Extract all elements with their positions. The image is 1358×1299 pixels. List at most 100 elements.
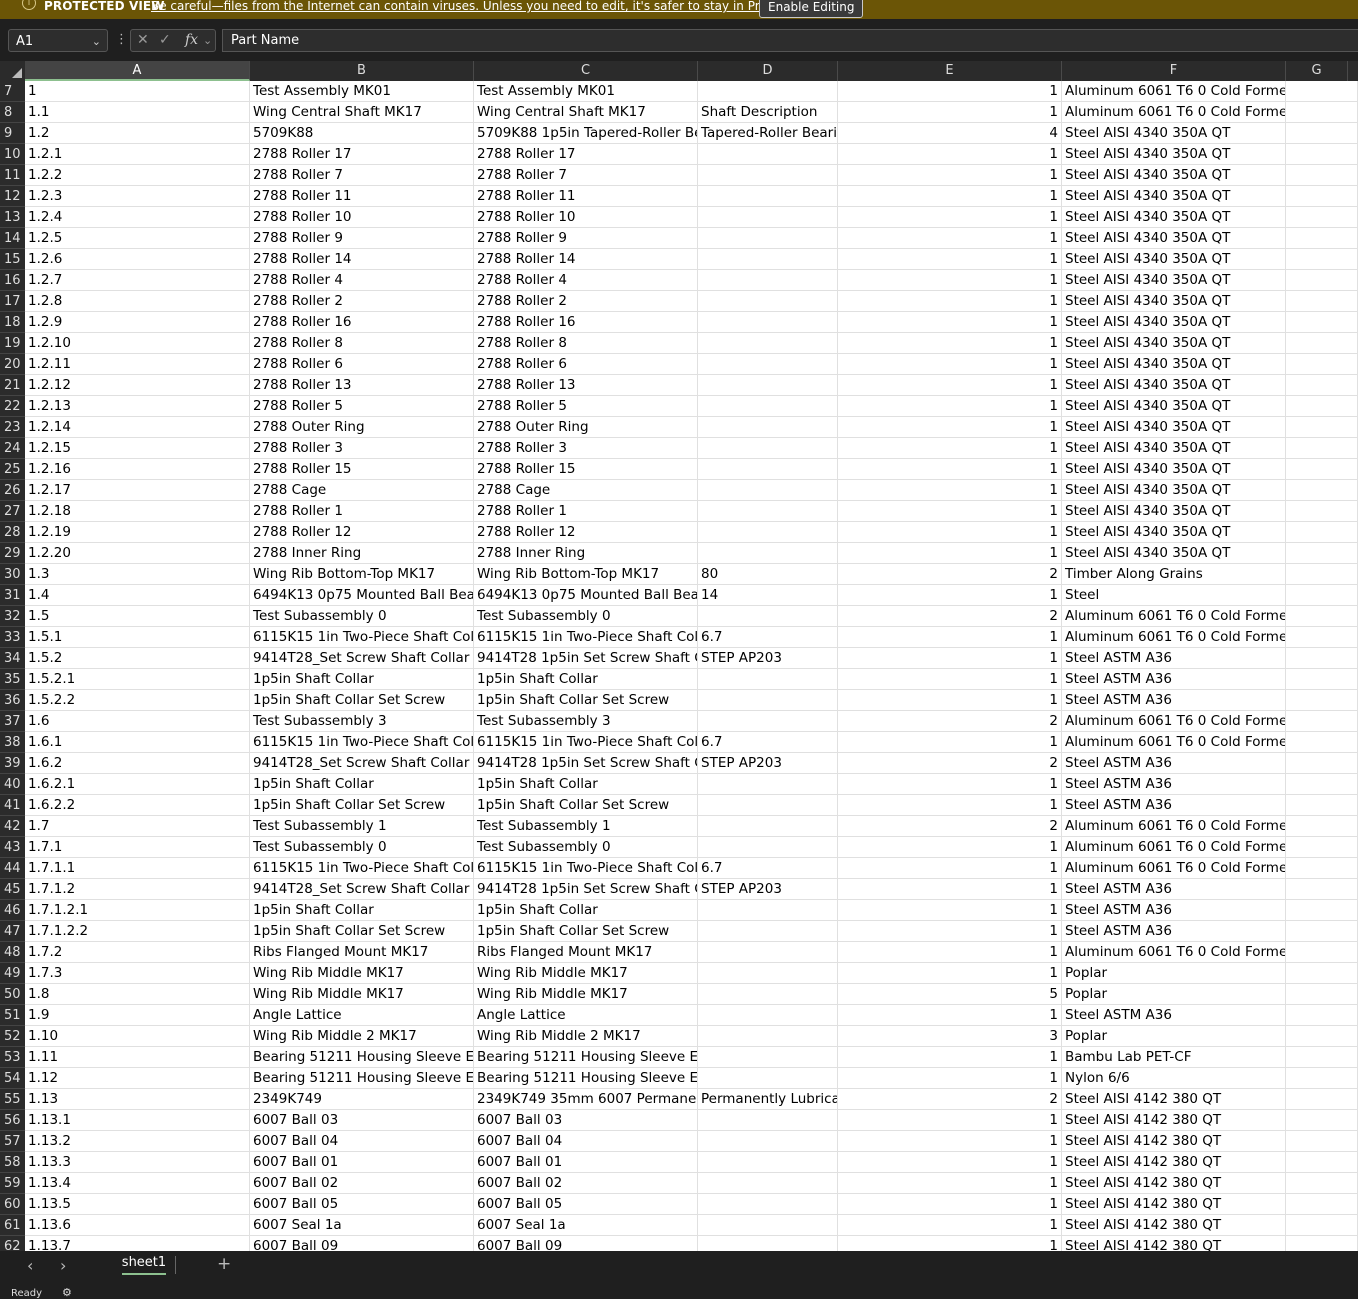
cell-c[interactable]: 2788 Roller 16 <box>474 312 698 333</box>
cell-c[interactable]: 6007 Ball 05 <box>474 1194 698 1215</box>
cell-f[interactable]: Steel AISI 4142 380 QT <box>1062 1194 1286 1215</box>
cell-f[interactable]: Steel AISI 4142 380 QT <box>1062 1110 1286 1131</box>
cell-c[interactable]: 2349K749 35mm 6007 Permanently Lubricate… <box>474 1089 698 1110</box>
cell-a[interactable]: 1.2 <box>25 123 250 144</box>
cell-g[interactable] <box>1286 711 1358 732</box>
cell-c[interactable]: 2788 Cage <box>474 480 698 501</box>
row-header[interactable]: 35 <box>0 669 25 690</box>
cell-b[interactable]: 6115K15 1in Two-Piece Shaft Collar <box>250 732 474 753</box>
cell-a[interactable]: 1.8 <box>25 984 250 1005</box>
row-header[interactable]: 18 <box>0 312 25 333</box>
row-header[interactable]: 34 <box>0 648 25 669</box>
cell-b[interactable]: 2788 Roller 4 <box>250 270 474 291</box>
cell-e[interactable]: 1 <box>838 1152 1062 1173</box>
cell-g[interactable] <box>1286 753 1358 774</box>
cell-g[interactable] <box>1286 1131 1358 1152</box>
cell-c[interactable]: 9414T28 1p5in Set Screw Shaft Collar <box>474 753 698 774</box>
cell-b[interactable]: 2788 Roller 16 <box>250 312 474 333</box>
cell-b[interactable]: 2788 Outer Ring <box>250 417 474 438</box>
cell-e[interactable]: 1 <box>838 228 1062 249</box>
cell-e[interactable]: 1 <box>838 858 1062 879</box>
cell-c[interactable]: Test Subassembly 0 <box>474 606 698 627</box>
cell-d[interactable] <box>698 1047 838 1068</box>
row-header[interactable]: 40 <box>0 774 25 795</box>
cell-g[interactable] <box>1286 774 1358 795</box>
cell-b[interactable]: Test Subassembly 3 <box>250 711 474 732</box>
cell-b[interactable]: 2788 Roller 13 <box>250 375 474 396</box>
row-header[interactable]: 57 <box>0 1131 25 1152</box>
cell-d[interactable]: 6.7 <box>698 858 838 879</box>
cell-c[interactable]: Bearing 51211 Housing Sleeve Extended <box>474 1068 698 1089</box>
row-header[interactable]: 16 <box>0 270 25 291</box>
cancel-icon[interactable]: ✕ <box>137 30 149 51</box>
cell-b[interactable]: 2788 Roller 5 <box>250 396 474 417</box>
cell-g[interactable] <box>1286 1194 1358 1215</box>
more-options-icon[interactable]: ⋮ <box>115 32 128 47</box>
cell-a[interactable]: 1.6.1 <box>25 732 250 753</box>
row-header[interactable]: 11 <box>0 165 25 186</box>
cell-g[interactable] <box>1286 1236 1358 1251</box>
cell-e[interactable]: 4 <box>838 123 1062 144</box>
cell-g[interactable] <box>1286 795 1358 816</box>
cell-b[interactable]: 2788 Roller 12 <box>250 522 474 543</box>
cell-d[interactable]: 6.7 <box>698 732 838 753</box>
row-header[interactable]: 41 <box>0 795 25 816</box>
cell-g[interactable] <box>1286 396 1358 417</box>
cell-e[interactable]: 1 <box>838 375 1062 396</box>
cell-g[interactable] <box>1286 102 1358 123</box>
cell-d[interactable] <box>698 501 838 522</box>
formula-input[interactable]: Part Name <box>222 29 1358 52</box>
row-header[interactable]: 14 <box>0 228 25 249</box>
prev-sheet-icon[interactable]: ‹ <box>27 1256 33 1275</box>
cell-e[interactable]: 1 <box>838 354 1062 375</box>
cell-d[interactable] <box>698 459 838 480</box>
cell-g[interactable] <box>1286 858 1358 879</box>
cell-b[interactable]: Wing Rib Middle MK17 <box>250 963 474 984</box>
cell-f[interactable]: Steel AISI 4340 350A QT <box>1062 207 1286 228</box>
cell-f[interactable]: Steel AISI 4340 350A QT <box>1062 354 1286 375</box>
cell-d[interactable] <box>698 921 838 942</box>
cell-b[interactable]: 1p5in Shaft Collar Set Screw <box>250 690 474 711</box>
cell-b[interactable]: 2788 Roller 9 <box>250 228 474 249</box>
cell-e[interactable]: 1 <box>838 396 1062 417</box>
cell-a[interactable]: 1.5.2.1 <box>25 669 250 690</box>
cell-g[interactable] <box>1286 270 1358 291</box>
cell-f[interactable]: Steel AISI 4142 380 QT <box>1062 1152 1286 1173</box>
row-header[interactable]: 42 <box>0 816 25 837</box>
cell-d[interactable] <box>698 1152 838 1173</box>
cell-d[interactable] <box>698 942 838 963</box>
cell-a[interactable]: 1.2.2 <box>25 165 250 186</box>
cell-b[interactable]: Wing Rib Bottom-Top MK17 <box>250 564 474 585</box>
cell-g[interactable] <box>1286 816 1358 837</box>
cell-f[interactable]: Steel AISI 4340 350A QT <box>1062 144 1286 165</box>
cell-a[interactable]: 1.6.2 <box>25 753 250 774</box>
cell-d[interactable]: 14 <box>698 585 838 606</box>
row-header[interactable]: 17 <box>0 291 25 312</box>
row-header[interactable]: 45 <box>0 879 25 900</box>
cell-b[interactable]: 1p5in Shaft Collar Set Screw <box>250 795 474 816</box>
cell-a[interactable]: 1.2.9 <box>25 312 250 333</box>
cell-b[interactable]: Wing Central Shaft MK17 <box>250 102 474 123</box>
cell-f[interactable]: Aluminum 6061 T6 0 Cold Formed <box>1062 627 1286 648</box>
cell-f[interactable]: Steel AISI 4340 350A QT <box>1062 543 1286 564</box>
column-header-g[interactable]: G <box>1286 61 1348 81</box>
cell-d[interactable] <box>698 354 838 375</box>
cell-b[interactable]: 6007 Ball 04 <box>250 1131 474 1152</box>
cell-f[interactable]: Aluminum 6061 T6 0 Cold Formed <box>1062 102 1286 123</box>
cell-f[interactable]: Steel AISI 4340 350A QT <box>1062 291 1286 312</box>
cell-g[interactable] <box>1286 249 1358 270</box>
row-header[interactable]: 44 <box>0 858 25 879</box>
cell-d[interactable] <box>698 900 838 921</box>
row-header[interactable]: 30 <box>0 564 25 585</box>
cell-a[interactable]: 1.2.12 <box>25 375 250 396</box>
cell-e[interactable]: 1 <box>838 417 1062 438</box>
row-header[interactable]: 43 <box>0 837 25 858</box>
cell-g[interactable] <box>1286 123 1358 144</box>
cell-c[interactable]: Wing Rib Middle 2 MK17 <box>474 1026 698 1047</box>
cell-a[interactable]: 1.7.1.2.1 <box>25 900 250 921</box>
cell-d[interactable]: STEP AP203 <box>698 753 838 774</box>
cell-a[interactable]: 1.1 <box>25 102 250 123</box>
cell-f[interactable]: Steel AISI 4340 350A QT <box>1062 417 1286 438</box>
cell-e[interactable]: 3 <box>838 1026 1062 1047</box>
cell-f[interactable]: Steel <box>1062 585 1286 606</box>
